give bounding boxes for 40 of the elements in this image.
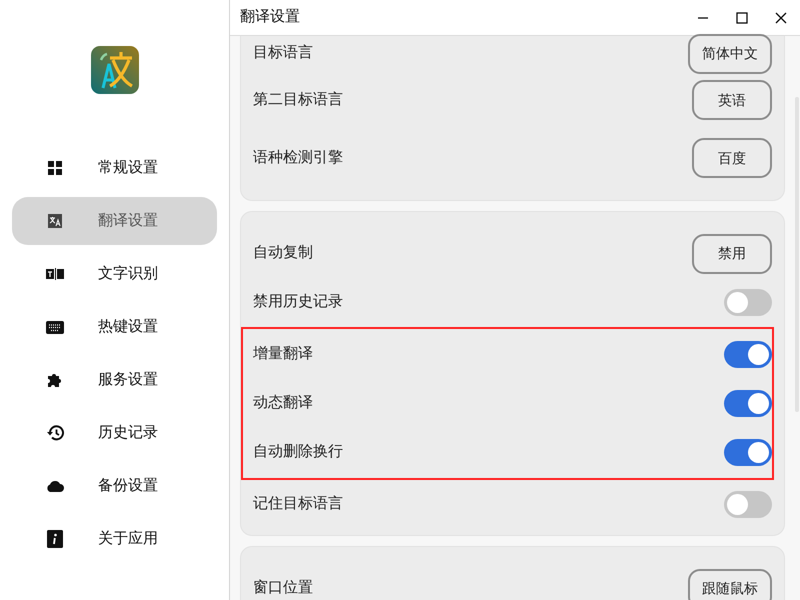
dropdown-button[interactable]: 百度 [692,138,772,178]
maximize-icon[interactable] [736,12,748,24]
toggle-switch[interactable] [724,491,772,518]
dropdown-button[interactable]: 禁用 [692,234,772,274]
close-icon[interactable] [774,12,786,24]
app-logo [90,46,138,94]
dropdown-button[interactable]: 跟随鼠标 [688,568,772,600]
setting-label: 自动删除换行 [253,442,343,462]
window-title: 翻译设置 [240,7,300,28]
setting-label: 窗口位置 [253,578,313,598]
sidebar-item[interactable]: 历史记录 [12,409,217,457]
sidebar-item[interactable]: 备份设置 [12,462,217,510]
sidebar-item[interactable]: 常规设置 [12,144,217,192]
cloud-icon [46,480,64,492]
keyboard-icon [46,320,64,334]
sidebar-item[interactable]: 关于应用 [12,515,217,563]
setting-label: 第二目标语言 [253,90,343,110]
setting-label: 目标语言 [253,43,313,64]
dropdown-button[interactable]: 简体中文 [688,34,772,74]
sidebar-item[interactable]: 热键设置 [12,303,217,351]
puzzle-icon [47,372,63,388]
setting-label: 增量翻译 [253,344,313,364]
setting-label: 语种检测引擎 [253,148,343,168]
setting-label: 自动复制 [253,243,313,264]
toggle-switch[interactable] [724,341,772,368]
setting-label: 记住目标语言 [253,494,343,514]
toggle-switch[interactable] [724,289,772,316]
info-icon [47,530,63,548]
setting-label: 动态翻译 [253,393,313,414]
history-icon [46,425,64,441]
grid-icon [48,161,62,175]
setting-label: 禁用历史记录 [253,292,343,312]
sidebar-item[interactable]: 翻译设置 [12,197,217,245]
toggle-switch[interactable] [724,390,772,417]
toggle-switch[interactable] [724,439,772,466]
sidebar-item[interactable]: 文字识别 [12,250,217,298]
dropdown-button[interactable]: 英语 [692,80,772,120]
translate-icon [48,214,62,228]
text-box-icon [46,268,64,280]
sidebar-item[interactable]: 服务设置 [12,356,217,404]
